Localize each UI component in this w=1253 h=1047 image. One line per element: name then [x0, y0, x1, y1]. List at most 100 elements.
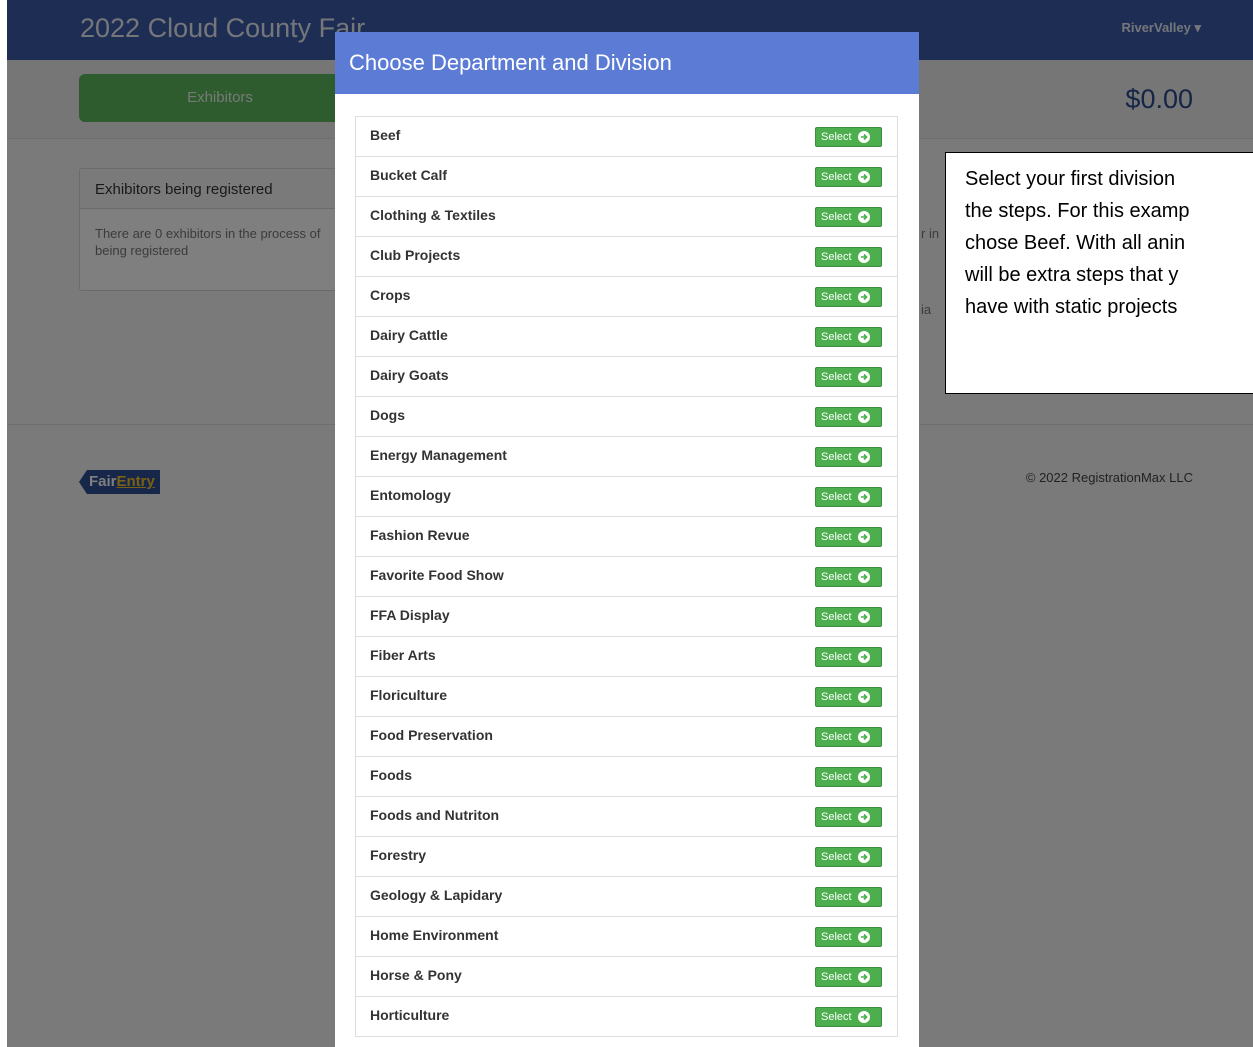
callout-line: have with static projects	[965, 296, 1178, 318]
select-button-label: Select	[821, 411, 852, 423]
department-name: Club Projects	[370, 247, 461, 263]
select-button[interactable]: Select	[815, 807, 882, 827]
select-button[interactable]: Select	[815, 767, 882, 787]
department-row: Food Preservation Select	[355, 717, 898, 757]
instruction-callout: Select your first division the steps. Fo…	[945, 152, 1253, 394]
select-button-label: Select	[821, 891, 852, 903]
department-name: Fashion Revue	[370, 527, 470, 543]
department-row: Fiber Arts Select	[355, 637, 898, 677]
select-button[interactable]: Select	[815, 1007, 882, 1027]
department-list: Beef Select Bucket Calf Select Clothing & Te…	[355, 116, 898, 1037]
select-button[interactable]: Select	[815, 847, 882, 867]
select-button-label: Select	[821, 171, 852, 183]
department-name: Dogs	[370, 407, 405, 423]
department-row: Beef Select	[355, 117, 898, 157]
select-button-label: Select	[821, 771, 852, 783]
arrow-circle-right-icon	[857, 611, 870, 623]
select-button-label: Select	[821, 291, 852, 303]
department-row: Dogs Select	[355, 397, 898, 437]
select-button-label: Select	[821, 931, 852, 943]
select-button-label: Select	[821, 1011, 852, 1023]
arrow-circle-right-icon	[857, 531, 870, 543]
arrow-circle-right-icon	[857, 131, 870, 143]
select-button-label: Select	[821, 251, 852, 263]
department-row: Foods and Nutriton Select	[355, 797, 898, 837]
select-button[interactable]: Select	[815, 447, 882, 467]
department-name: Bucket Calf	[370, 167, 448, 183]
arrow-circle-right-icon	[857, 411, 870, 423]
department-name: FFA Display	[370, 607, 450, 623]
department-row: Forestry Select	[355, 837, 898, 877]
select-button-label: Select	[821, 971, 852, 983]
department-name: Energy Management	[370, 447, 507, 463]
arrow-circle-right-icon	[857, 771, 870, 783]
department-name: Dairy Cattle	[370, 327, 448, 343]
select-button[interactable]: Select	[815, 127, 882, 147]
select-button-label: Select	[821, 491, 852, 503]
department-name: Food Preservation	[370, 727, 493, 743]
department-name: Entomology	[370, 487, 451, 503]
arrow-circle-right-icon	[857, 971, 870, 983]
select-button[interactable]: Select	[815, 367, 882, 387]
arrow-circle-right-icon	[857, 731, 870, 743]
department-modal: Choose Department and Division Beef Selec…	[335, 32, 919, 1047]
callout-line: Select your first division	[965, 168, 1176, 190]
department-row: Club Projects Select	[355, 237, 898, 277]
select-button[interactable]: Select	[815, 287, 882, 307]
select-button[interactable]: Select	[815, 527, 882, 547]
arrow-circle-right-icon	[857, 291, 870, 303]
department-row: Dairy Goats Select	[355, 357, 898, 397]
select-button[interactable]: Select	[815, 327, 882, 347]
department-row: Geology & Lapidary Select	[355, 877, 898, 917]
select-button[interactable]: Select	[815, 167, 882, 187]
callout-line: chose Beef. With all anin	[965, 232, 1186, 254]
modal-title: Choose Department and Division	[335, 32, 919, 94]
department-row: Entomology Select	[355, 477, 898, 517]
select-button[interactable]: Select	[815, 607, 882, 627]
arrow-circle-right-icon	[857, 211, 870, 223]
select-button[interactable]: Select	[815, 567, 882, 587]
select-button[interactable]: Select	[815, 887, 882, 907]
department-name: Home Environment	[370, 927, 499, 943]
callout-line: the steps. For this examp	[965, 200, 1190, 222]
department-name: Geology & Lapidary	[370, 887, 503, 903]
select-button[interactable]: Select	[815, 687, 882, 707]
select-button-label: Select	[821, 851, 852, 863]
department-row: Foods Select	[355, 757, 898, 797]
arrow-circle-right-icon	[857, 891, 870, 903]
select-button[interactable]: Select	[815, 487, 882, 507]
arrow-circle-right-icon	[857, 491, 870, 503]
select-button[interactable]: Select	[815, 927, 882, 947]
department-name: Beef	[370, 127, 401, 143]
department-name: Floriculture	[370, 687, 448, 703]
select-button[interactable]: Select	[815, 727, 882, 747]
department-name: Crops	[370, 287, 411, 303]
arrow-circle-right-icon	[857, 931, 870, 943]
department-row: Home Environment Select	[355, 917, 898, 957]
arrow-circle-right-icon	[857, 251, 870, 263]
department-row: Favorite Food Show Select	[355, 557, 898, 597]
select-button[interactable]: Select	[815, 967, 882, 987]
select-button[interactable]: Select	[815, 247, 882, 267]
department-name: Foods and Nutriton	[370, 807, 500, 823]
arrow-circle-right-icon	[857, 171, 870, 183]
select-button[interactable]: Select	[815, 407, 882, 427]
select-button-label: Select	[821, 811, 852, 823]
department-row: Fashion Revue Select	[355, 517, 898, 557]
arrow-circle-right-icon	[857, 571, 870, 583]
department-row: Crops Select	[355, 277, 898, 317]
callout-line: will be extra steps that y	[965, 264, 1179, 286]
department-row: Horticulture Select	[355, 997, 898, 1037]
arrow-circle-right-icon	[857, 371, 870, 383]
department-row: Dairy Cattle Select	[355, 317, 898, 357]
department-name: Forestry	[370, 847, 427, 863]
select-button-label: Select	[821, 451, 852, 463]
select-button[interactable]: Select	[815, 647, 882, 667]
arrow-circle-right-icon	[857, 851, 870, 863]
select-button[interactable]: Select	[815, 207, 882, 227]
arrow-circle-right-icon	[857, 691, 870, 703]
select-button-label: Select	[821, 651, 852, 663]
select-button-label: Select	[821, 731, 852, 743]
arrow-circle-right-icon	[857, 451, 870, 463]
arrow-circle-right-icon	[857, 651, 870, 663]
